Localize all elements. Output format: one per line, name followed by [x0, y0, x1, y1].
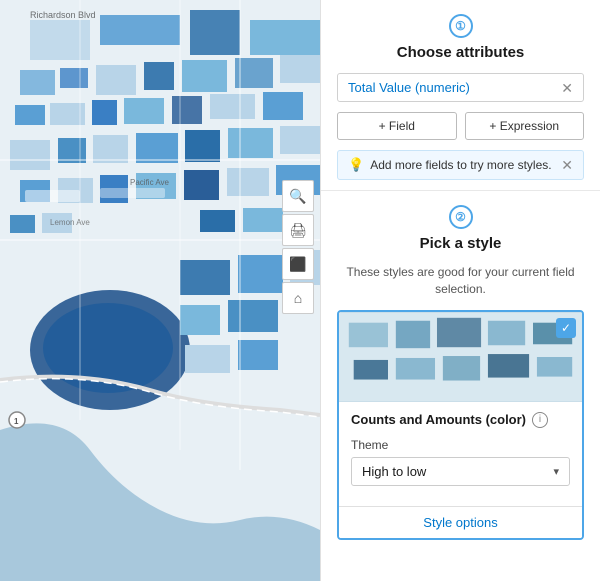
section-2-title: Pick a style	[337, 235, 584, 252]
theme-dropdown[interactable]: High to low ▾	[351, 457, 570, 486]
info-bar: 💡 Add more fields to try more styles. ✕	[337, 150, 584, 180]
map-toolbar: 🔍 🖨 ⬛ ⌂	[282, 180, 314, 314]
style-options-button[interactable]: Style options	[339, 506, 582, 538]
home-tool-button[interactable]: ⌂	[282, 282, 314, 314]
section-attributes: ① Choose attributes Total Value (numeric…	[321, 0, 600, 191]
section-2-subtitle: These styles are good for your current f…	[337, 264, 584, 298]
info-bar-content: 💡 Add more fields to try more styles.	[348, 157, 552, 173]
style-card-title: Counts and Amounts (color)	[351, 412, 526, 427]
add-expression-button[interactable]: + Expression	[465, 112, 585, 140]
style-card-title-row: Counts and Amounts (color) i	[351, 412, 570, 428]
step-1-circle: ①	[449, 14, 473, 38]
print-tool-button[interactable]: 🖨	[282, 214, 314, 246]
chevron-down-icon: ▾	[553, 465, 559, 478]
map-panel: Richardson Blvd Pacific Ave Lemon Ave 1 …	[0, 0, 320, 581]
svg-text:Pacific Ave: Pacific Ave	[130, 178, 170, 187]
section-style: ② Pick a style These styles are good for…	[321, 191, 600, 540]
step-2-circle: ②	[449, 205, 473, 229]
style-card-selected-indicator: ✓	[556, 318, 576, 338]
attribute-value: Total Value (numeric)	[348, 80, 470, 95]
svg-text:Lemon Ave: Lemon Ave	[50, 218, 90, 227]
theme-dropdown-value: High to low	[362, 464, 426, 479]
add-field-button[interactable]: + Field	[337, 112, 457, 140]
attribute-chip[interactable]: Total Value (numeric) ✕	[337, 73, 584, 102]
style-card[interactable]: ✓	[337, 310, 584, 540]
right-panel: ① Choose attributes Total Value (numeric…	[320, 0, 600, 581]
lightbulb-icon: 💡	[348, 157, 364, 173]
add-buttons-row: + Field + Expression	[337, 112, 584, 140]
section-1-title: Choose attributes	[337, 44, 584, 61]
monitor-tool-button[interactable]: ⬛	[282, 248, 314, 280]
info-bar-close-button[interactable]: ✕	[561, 158, 573, 172]
style-info-button[interactable]: i	[532, 412, 548, 428]
search-tool-button[interactable]: 🔍	[282, 180, 314, 212]
svg-text:Richardson Blvd: Richardson Blvd	[30, 10, 96, 20]
theme-label: Theme	[351, 438, 570, 452]
style-preview-thumbnail	[339, 312, 582, 402]
attribute-close-button[interactable]: ✕	[561, 81, 573, 95]
style-card-body: Counts and Amounts (color) i Theme High …	[339, 402, 582, 506]
info-bar-text: Add more fields to try more styles.	[370, 158, 551, 172]
svg-text:1: 1	[14, 417, 19, 426]
